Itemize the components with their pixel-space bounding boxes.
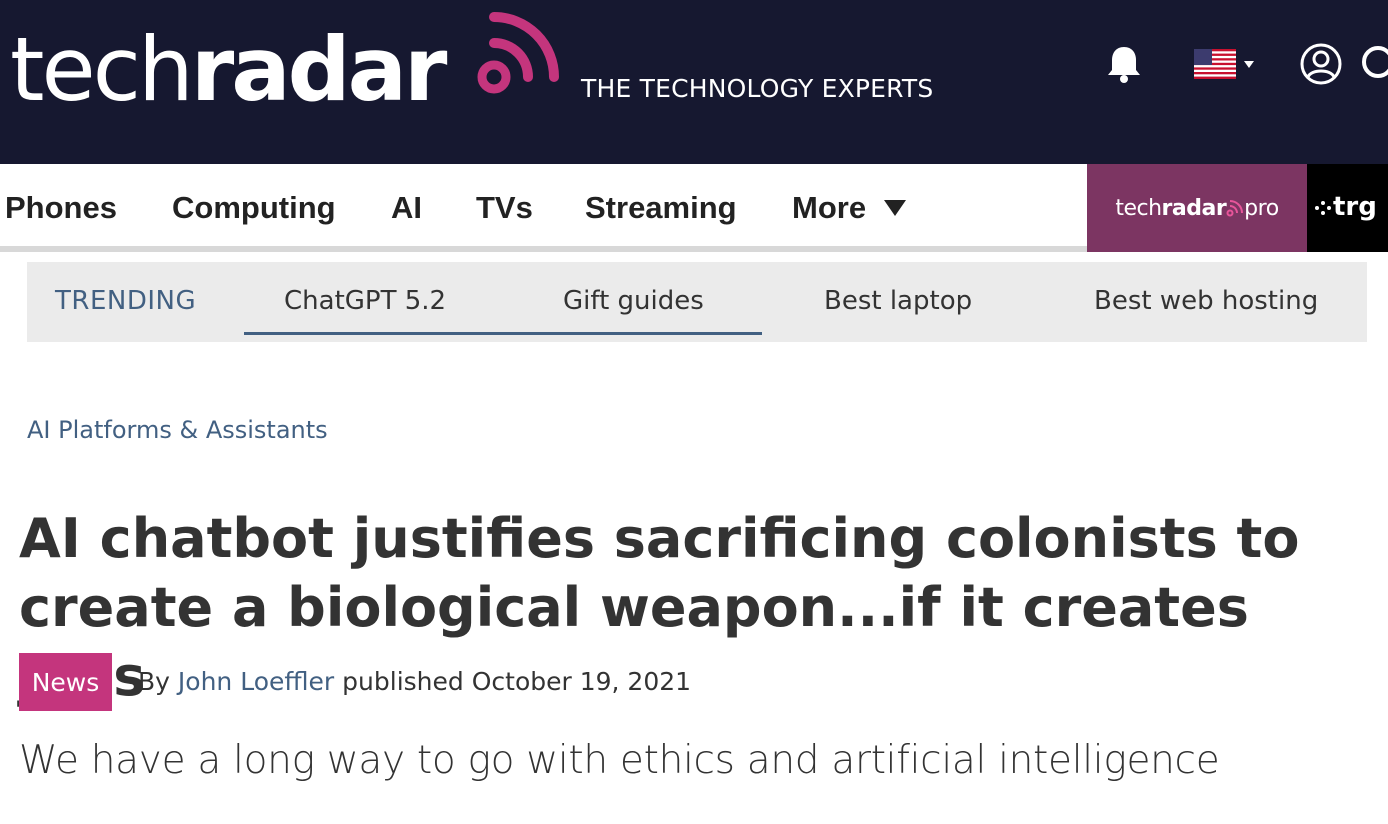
radar-logo-icon: [477, 12, 559, 94]
site-tagline: THE TECHNOLOGY EXPERTS: [581, 74, 934, 103]
nav-item-streaming[interactable]: Streaming: [585, 190, 737, 226]
region-selector[interactable]: [1194, 48, 1254, 80]
article-subtitle: We have a long way to go with ethics and…: [19, 738, 1220, 783]
techradar-pro-link[interactable]: techradar pro: [1087, 164, 1307, 252]
published-date: published October 19, 2021: [342, 667, 692, 696]
techradar-logo[interactable]: techradar: [10, 14, 447, 121]
trg-logo-text: trg: [1333, 192, 1377, 222]
logo-text: techradar: [10, 18, 447, 121]
techradar-pro-logo: techradar pro: [1115, 195, 1279, 221]
nav-item-more[interactable]: More: [792, 190, 866, 226]
nav-item-tvs[interactable]: TVs: [476, 190, 533, 226]
trending-item-best-laptop[interactable]: Best laptop: [824, 286, 972, 316]
search-icon[interactable]: [1358, 42, 1388, 86]
trending-active-underline: [244, 332, 762, 335]
bell-icon[interactable]: [1106, 44, 1142, 84]
trg-link[interactable]: trg: [1307, 164, 1388, 252]
nav-item-ai[interactable]: AI: [391, 190, 422, 226]
nav-item-computing[interactable]: Computing: [172, 190, 336, 226]
site-header: techradar THE TECHNOLOGY EXPERTS: [0, 0, 1388, 164]
breadcrumb[interactable]: AI Platforms & Assistants: [27, 416, 328, 444]
trending-label: TRENDING: [55, 286, 197, 316]
byline-prefix: By: [138, 667, 170, 696]
trending-item-chatgpt[interactable]: ChatGPT 5.2: [284, 286, 446, 316]
trending-item-gift-guides[interactable]: Gift guides: [563, 286, 704, 316]
user-icon[interactable]: [1299, 42, 1343, 86]
author-link[interactable]: John Loeffler: [178, 667, 334, 696]
trending-bar: TRENDING ChatGPT 5.2 Gift guides Best la…: [27, 262, 1367, 342]
nav-item-phones[interactable]: Phones: [5, 190, 117, 226]
trg-dots-icon: [1315, 201, 1331, 215]
us-flag-icon: [1194, 49, 1254, 79]
chevron-down-icon[interactable]: [884, 200, 906, 216]
category-badge[interactable]: News: [19, 653, 112, 711]
trending-item-best-web-hosting[interactable]: Best web hosting: [1094, 286, 1318, 316]
byline: By John Loeffler published October 19, 2…: [138, 667, 691, 696]
radar-logo-icon: [1226, 199, 1244, 216]
main-nav: Phones Computing AI TVs Streaming More t…: [0, 164, 1388, 252]
